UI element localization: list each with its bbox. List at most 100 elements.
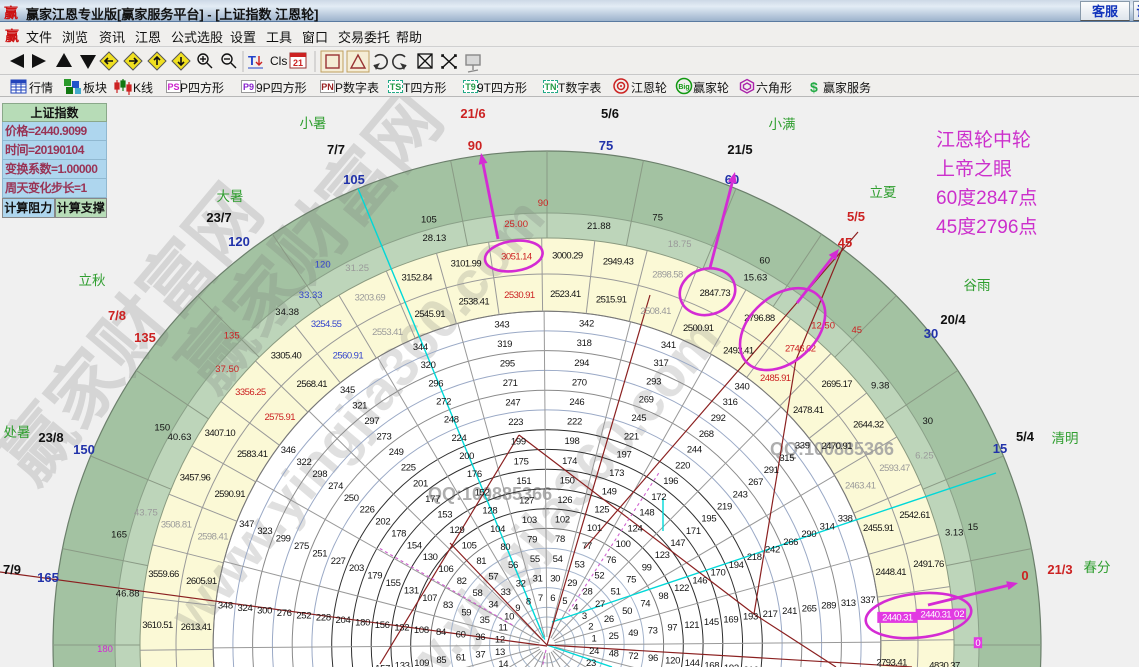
- svg-text:299: 299: [276, 534, 291, 545]
- svg-text:109: 109: [414, 658, 429, 667]
- svg-text:Big: Big: [678, 84, 689, 91]
- svg-text:58: 58: [473, 588, 483, 599]
- svg-text:316: 316: [723, 397, 738, 408]
- svg-text:2493.41: 2493.41: [723, 345, 754, 356]
- svg-text:174: 174: [562, 456, 577, 467]
- svg-text:244: 244: [687, 445, 702, 456]
- svg-text:2455.91: 2455.91: [863, 523, 894, 534]
- svg-text:21/3: 21/3: [1047, 562, 1072, 577]
- svg-text:2583.41: 2583.41: [237, 449, 268, 460]
- svg-text:3356.25: 3356.25: [235, 387, 266, 398]
- svg-text:45: 45: [838, 235, 852, 250]
- svg-text:6.25: 6.25: [915, 450, 934, 461]
- svg-text:266: 266: [783, 537, 798, 548]
- svg-text:15: 15: [993, 441, 1007, 456]
- svg-text:198: 198: [565, 436, 580, 447]
- svg-text:265: 265: [802, 603, 817, 614]
- svg-text:320: 320: [421, 360, 436, 371]
- svg-text:192: 192: [724, 663, 739, 667]
- svg-text:90: 90: [468, 138, 482, 153]
- svg-text:60: 60: [759, 256, 770, 267]
- svg-text:2523.41: 2523.41: [550, 289, 581, 300]
- svg-text:$: $: [810, 79, 818, 95]
- svg-text:54: 54: [553, 554, 563, 565]
- svg-text:3000.29: 3000.29: [552, 251, 583, 262]
- svg-text:37: 37: [475, 650, 485, 661]
- svg-text:199: 199: [511, 437, 526, 448]
- svg-text:107: 107: [422, 593, 437, 604]
- svg-text:151: 151: [516, 476, 531, 487]
- svg-text:149: 149: [602, 486, 617, 497]
- svg-text:152: 152: [475, 487, 490, 498]
- svg-text:122: 122: [674, 583, 689, 594]
- svg-text:108: 108: [414, 625, 429, 636]
- svg-text:130: 130: [423, 552, 438, 563]
- svg-text:51: 51: [611, 587, 621, 598]
- svg-text:0: 0: [1021, 568, 1028, 583]
- svg-text:220: 220: [675, 460, 690, 471]
- svg-text:276: 276: [277, 608, 292, 619]
- svg-text:7/9: 7/9: [3, 562, 21, 577]
- svg-text:30: 30: [924, 326, 938, 341]
- svg-text:250: 250: [344, 493, 359, 504]
- svg-text:300: 300: [257, 606, 272, 617]
- svg-text:29: 29: [567, 578, 577, 589]
- svg-text:217: 217: [763, 609, 778, 620]
- svg-text:171: 171: [686, 526, 701, 537]
- svg-text:3508.81: 3508.81: [161, 520, 192, 531]
- svg-text:323: 323: [257, 526, 272, 537]
- svg-text:2553.41: 2553.41: [372, 327, 403, 338]
- svg-text:14: 14: [498, 659, 508, 667]
- svg-text:21/5: 21/5: [727, 142, 752, 157]
- svg-text:31: 31: [533, 574, 543, 585]
- svg-text:271: 271: [503, 378, 518, 389]
- svg-text:2500.91: 2500.91: [683, 323, 714, 334]
- svg-text:2508.41: 2508.41: [640, 306, 671, 317]
- svg-text:200: 200: [459, 451, 474, 462]
- svg-text:28.13: 28.13: [423, 233, 447, 244]
- svg-text:3152.84: 3152.84: [402, 273, 433, 284]
- svg-text:339: 339: [795, 441, 810, 452]
- svg-text:319: 319: [497, 339, 512, 350]
- svg-text:120: 120: [228, 234, 250, 249]
- svg-text:小暑: 小暑: [300, 116, 327, 131]
- svg-text:21: 21: [293, 58, 303, 68]
- svg-text:170: 170: [711, 568, 726, 579]
- svg-text:180: 180: [355, 618, 370, 629]
- svg-text:T: T: [248, 53, 256, 68]
- svg-text:315: 315: [779, 453, 794, 464]
- svg-text:105: 105: [462, 541, 477, 552]
- svg-text:2: 2: [588, 622, 593, 633]
- svg-text:156: 156: [375, 620, 390, 631]
- svg-text:341: 341: [661, 340, 676, 351]
- svg-text:大暑: 大暑: [217, 189, 244, 204]
- svg-text:242: 242: [765, 545, 780, 556]
- svg-text:80: 80: [500, 542, 510, 553]
- svg-text:345: 345: [340, 385, 355, 396]
- svg-text:4: 4: [573, 602, 578, 613]
- svg-text:52: 52: [594, 571, 604, 582]
- svg-text:18.75: 18.75: [668, 239, 692, 250]
- svg-text:72: 72: [628, 651, 638, 662]
- svg-text:5/4: 5/4: [1016, 429, 1035, 444]
- svg-text:204: 204: [336, 615, 351, 626]
- svg-text:98: 98: [658, 591, 668, 602]
- svg-text:245: 245: [631, 413, 646, 424]
- svg-text:223: 223: [508, 417, 523, 428]
- svg-text:248: 248: [444, 415, 459, 426]
- svg-text:20/4: 20/4: [940, 312, 966, 327]
- svg-text:129: 129: [450, 525, 465, 536]
- svg-text:168: 168: [704, 660, 719, 667]
- svg-text:3101.99: 3101.99: [451, 259, 482, 270]
- svg-text:3254.55: 3254.55: [311, 319, 342, 330]
- svg-text:46.88: 46.88: [116, 588, 140, 599]
- svg-text:2949.43: 2949.43: [603, 257, 634, 268]
- svg-text:201: 201: [413, 478, 428, 489]
- svg-text:50: 50: [622, 606, 632, 617]
- svg-text:2695.17: 2695.17: [822, 379, 853, 390]
- svg-text:153: 153: [437, 509, 452, 520]
- svg-text:131: 131: [404, 585, 419, 596]
- svg-text:43.75: 43.75: [134, 508, 158, 519]
- svg-text:02: 02: [954, 609, 965, 620]
- svg-text:73: 73: [648, 625, 658, 636]
